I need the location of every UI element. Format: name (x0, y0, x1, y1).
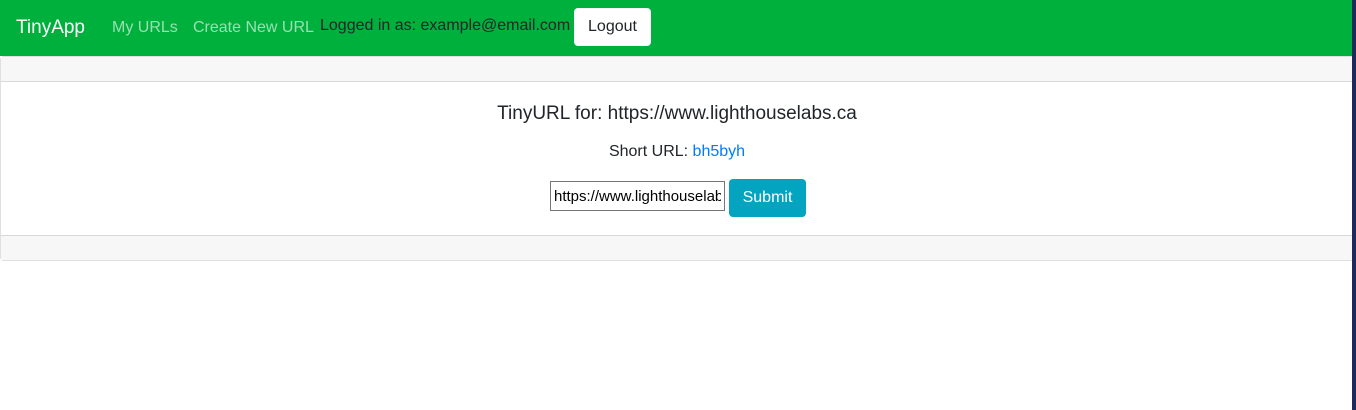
long-url-input[interactable] (550, 181, 725, 211)
submit-button[interactable]: Submit (729, 179, 806, 217)
window-edge (1352, 0, 1356, 410)
card-header (1, 57, 1353, 82)
logged-in-status: Logged in as: example@email.com (320, 17, 571, 34)
url-card: TinyURL for: https://www.lighthouselabs.… (0, 56, 1354, 261)
nav-link-create-new-url[interactable]: Create New URL (193, 18, 314, 38)
card-title: TinyURL for: https://www.lighthouselabs.… (497, 103, 857, 124)
short-url-label: Short URL: (608, 143, 693, 160)
nav-link-my-urls[interactable]: My URLs (112, 18, 178, 38)
top-navbar: TinyApp My URLs Create New URL Logged in… (0, 0, 1356, 56)
card-footer (1, 235, 1353, 260)
brand-link[interactable]: TinyApp (16, 16, 85, 40)
short-url-line: Short URL: bh5byh (1, 142, 1353, 162)
short-url-link[interactable]: bh5byh (693, 143, 746, 160)
logout-button[interactable]: Logout (574, 8, 651, 46)
